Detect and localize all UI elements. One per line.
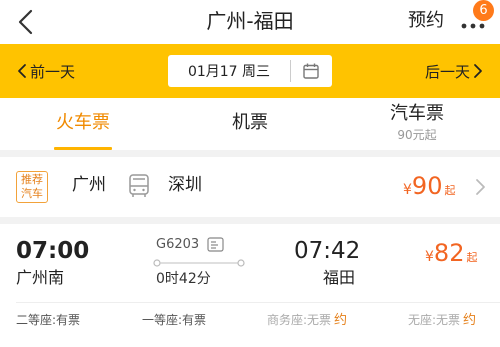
train-result-card[interactable]: 07:00 广州南 G6203 0时42分 07:42 福田 ¥ 82 起 二等… bbox=[0, 224, 500, 347]
calendar-icon[interactable] bbox=[291, 55, 331, 87]
chevron-right-icon bbox=[474, 64, 482, 78]
seat-second-class: 二等座:有票 bbox=[16, 312, 80, 328]
notification-badge: 6 bbox=[473, 0, 494, 21]
next-day-button[interactable]: 后一天 bbox=[425, 58, 486, 84]
departure-station: 广州南 bbox=[16, 268, 65, 287]
chevron-right-icon bbox=[476, 179, 485, 195]
duration-line bbox=[153, 259, 245, 267]
seat-label: 无座:无票 bbox=[408, 313, 461, 327]
price-value: 90 bbox=[411, 172, 443, 200]
card-divider bbox=[16, 302, 500, 303]
e-ticket-icon bbox=[207, 237, 224, 252]
transport-tabs: 火车票 机票 汽车票 90元起 bbox=[0, 98, 500, 150]
seat-label: 一等座:有票 bbox=[142, 313, 207, 327]
date-bar: 前一天 01月17 周三 后一天 bbox=[0, 44, 500, 98]
travel-duration: 0时42分 bbox=[156, 271, 211, 287]
currency-symbol: ¥ bbox=[425, 249, 434, 265]
tab-label: 机票 bbox=[232, 112, 268, 133]
tag-line-1: 推荐 bbox=[21, 173, 43, 186]
tab-sub-price: 90元起 bbox=[397, 128, 437, 142]
previous-day-button[interactable]: 前一天 bbox=[14, 58, 75, 84]
bus-origin: 广州 bbox=[72, 175, 106, 195]
tab-train-tickets[interactable]: 火车票 bbox=[20, 98, 146, 150]
active-tab-indicator bbox=[54, 147, 112, 150]
seat-first-class: 一等座:有票 bbox=[142, 312, 206, 328]
seat-label: 商务座:无票 bbox=[267, 313, 332, 327]
price-value: 82 bbox=[433, 239, 465, 267]
seat-business-class: 商务座:无票约 bbox=[267, 312, 347, 329]
tab-label: 火车票 bbox=[56, 112, 110, 133]
top-nav-bar: 广州-福田 预约 6 bbox=[0, 0, 500, 44]
reserve-button[interactable]: 预约 bbox=[408, 8, 444, 34]
train-price: ¥ 82 起 bbox=[425, 238, 477, 268]
bus-price: ¥ 90 起 bbox=[403, 171, 455, 201]
departure-time: 07:00 bbox=[16, 238, 90, 264]
seat-standing: 无座:无票约 bbox=[408, 312, 476, 329]
recommended-bus-tag: 推荐 汽车 bbox=[16, 171, 48, 203]
reserve-seat-button[interactable]: 约 bbox=[334, 313, 347, 328]
tab-label: 汽车票 bbox=[390, 103, 444, 124]
bus-destination: 深圳 bbox=[168, 175, 202, 195]
tab-flight-tickets[interactable]: 机票 bbox=[187, 98, 313, 150]
price-suffix: 起 bbox=[466, 251, 478, 264]
next-day-label: 后一天 bbox=[424, 62, 470, 81]
currency-symbol: ¥ bbox=[403, 182, 412, 198]
previous-day-label: 前一天 bbox=[30, 62, 76, 81]
bus-icon bbox=[129, 174, 149, 197]
tab-bus-tickets[interactable]: 汽车票 90元起 bbox=[354, 98, 480, 150]
arrival-station: 福田 bbox=[323, 268, 356, 287]
tag-line-2: 汽车 bbox=[21, 187, 43, 200]
selected-date: 01月17 周三 bbox=[187, 64, 271, 80]
chevron-left-icon bbox=[18, 64, 26, 78]
train-number: G6203 bbox=[156, 237, 200, 252]
price-suffix: 起 bbox=[444, 184, 456, 197]
reserve-seat-button[interactable]: 约 bbox=[463, 313, 476, 328]
seat-label: 二等座:有票 bbox=[16, 313, 81, 327]
recommended-bus-card[interactable]: 推荐 汽车 广州 深圳 ¥ 90 起 bbox=[0, 157, 500, 217]
arrival-time: 07:42 bbox=[294, 238, 361, 264]
date-picker[interactable]: 01月17 周三 bbox=[168, 55, 332, 87]
